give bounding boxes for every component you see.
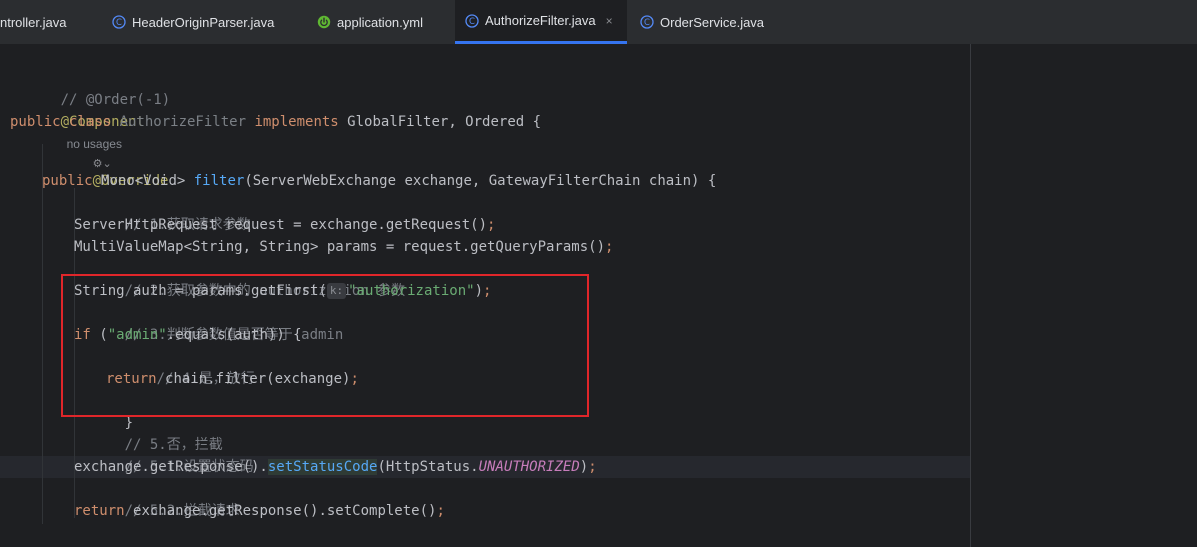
tab-label: OrderService.java bbox=[660, 14, 765, 30]
svg-text:C: C bbox=[469, 17, 475, 27]
tab-header-origin-parser[interactable]: C HeaderOriginParser.java bbox=[100, 0, 290, 44]
close-icon[interactable]: × bbox=[606, 14, 613, 28]
tab-controller[interactable]: ntroller.java bbox=[0, 0, 95, 44]
tab-order-service[interactable]: C OrderService.java bbox=[630, 0, 780, 44]
code-editor: ntroller.java C HeaderOriginParser.java … bbox=[0, 0, 1197, 547]
code-line-8: ServerHttpRequest request = exchange.get… bbox=[74, 217, 496, 233]
tab-label: AuthorizeFilter.java bbox=[485, 13, 596, 28]
code-line-2: @Component no usages bbox=[60, 114, 145, 151]
java-class-icon: C bbox=[640, 15, 654, 29]
highlight-annotation-box bbox=[61, 274, 589, 417]
code-area[interactable]: // @Order(-1) @Component no usages publi… bbox=[0, 44, 1197, 547]
code-line-20: // 5.2.拦截请求 bbox=[124, 503, 240, 519]
svg-text:C: C bbox=[644, 18, 650, 28]
code-line-18: // 5.1.设置状态码 bbox=[124, 459, 254, 475]
right-margin-guide bbox=[970, 44, 971, 547]
code-line-1: // @Order(-1) bbox=[60, 92, 171, 108]
java-class-icon: C bbox=[465, 13, 479, 28]
code-line-7: // 1.获取请求参数 bbox=[124, 217, 251, 233]
code-line-22: } bbox=[42, 522, 101, 544]
code-line-6: public Mono<Void> filter(ServerWebExchan… bbox=[42, 173, 717, 189]
tab-application-yml[interactable]: application.yml bbox=[305, 0, 450, 44]
tab-label: HeaderOriginParser.java bbox=[132, 14, 275, 30]
tab-authorize-filter[interactable]: C AuthorizeFilter.java × bbox=[455, 0, 627, 44]
tab-label: ntroller.java bbox=[0, 14, 67, 30]
spring-config-icon bbox=[317, 15, 331, 29]
svg-text:C: C bbox=[116, 18, 122, 28]
code-line-9: MultiValueMap<String, String> params = r… bbox=[74, 239, 614, 255]
editor-tab-bar: ntroller.java C HeaderOriginParser.java … bbox=[0, 0, 1197, 45]
java-class-icon: C bbox=[112, 15, 126, 29]
tab-label: application.yml bbox=[337, 14, 423, 30]
code-line-19: exchange.getResponse().setStatusCode(Htt… bbox=[74, 459, 597, 475]
code-line-5: @Override bbox=[92, 173, 169, 189]
code-line-21: return exchange.getResponse().setComplet… bbox=[74, 503, 445, 519]
